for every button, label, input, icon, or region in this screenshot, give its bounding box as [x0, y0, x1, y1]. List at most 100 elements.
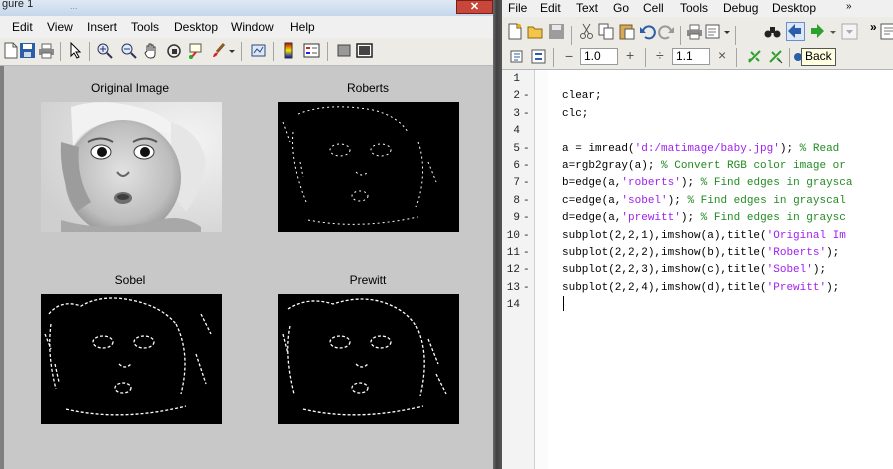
breakpoint-marker[interactable]: -	[523, 230, 530, 242]
brush-icon[interactable]	[210, 42, 227, 59]
print-icon[interactable]	[38, 42, 55, 59]
menu-edit[interactable]: Edit	[540, 1, 561, 15]
menu-overflow-icon[interactable]: »	[846, 1, 852, 12]
comment-token: % Find edges in graysca	[700, 177, 853, 190]
menu-insert[interactable]: Insert	[87, 20, 117, 34]
menu-help[interactable]: Help	[290, 20, 315, 34]
insert-cell-icon[interactable]	[508, 48, 525, 65]
find-function-icon[interactable]	[880, 23, 893, 40]
zoom-in-icon[interactable]	[96, 42, 113, 59]
brush-dropdown-icon[interactable]	[228, 42, 236, 59]
menu-debug[interactable]: Debug	[723, 1, 758, 15]
decrement-button[interactable]: −	[565, 48, 573, 64]
line-number: 8	[513, 194, 520, 207]
menu-window[interactable]: Window	[231, 20, 274, 34]
breakpoint-marker[interactable]: -	[523, 247, 530, 259]
code-line[interactable]: a=rgb2gray(a); % Convert RGB color image…	[562, 160, 846, 172]
breakpoint-marker[interactable]: -	[523, 143, 530, 155]
insert-legend-icon[interactable]	[303, 42, 320, 59]
print-selection-icon[interactable]	[705, 23, 722, 40]
divide-button[interactable]: ÷	[656, 47, 664, 63]
print-icon[interactable]	[686, 23, 703, 40]
show-plot-tools-icon[interactable]	[356, 42, 373, 59]
new-figure-icon[interactable]	[2, 42, 19, 59]
hide-plot-tools-icon[interactable]	[336, 42, 353, 59]
code-line[interactable]: b=edge(a,'roberts'); % Find edges in gra…	[562, 177, 852, 189]
subplot-title-prewitt: Prewitt	[349, 273, 387, 287]
show-cell-titles-icon[interactable]	[746, 48, 763, 65]
toolbar-overflow-icon[interactable]: »	[870, 20, 877, 34]
cell-value-field-1[interactable]: 1.0	[580, 48, 618, 65]
dropdown-icon[interactable]	[723, 23, 731, 40]
disabled-control-icon[interactable]	[841, 23, 858, 40]
code-line[interactable]: subplot(2,2,2),imshow(b),title('Roberts'…	[562, 247, 839, 259]
zoom-out-icon[interactable]	[120, 42, 137, 59]
menu-desktop[interactable]: Desktop	[174, 20, 218, 34]
save-icon[interactable]	[19, 42, 36, 59]
redo-icon[interactable]	[658, 23, 675, 40]
line-number: 12	[506, 264, 520, 277]
go-back-icon[interactable]	[786, 22, 805, 41]
breakpoint-marker[interactable]: -	[523, 108, 530, 120]
menu-view[interactable]: View	[47, 20, 73, 34]
menu-cell[interactable]: Cell	[643, 1, 664, 15]
breakpoint-marker[interactable]: -	[523, 212, 530, 224]
code-line[interactable]: c=edge(a,'sobel'); % Find edges in grays…	[562, 195, 846, 207]
find-binoculars-icon[interactable]	[764, 23, 781, 40]
code-line[interactable]: subplot(2,2,4),imshow(d),title('Prewitt'…	[562, 282, 839, 294]
line-number: 10	[506, 229, 520, 242]
breakpoint-marker[interactable]: -	[523, 282, 530, 294]
menu-desktop[interactable]: Desktop	[772, 1, 816, 15]
link-plot-icon[interactable]	[250, 42, 267, 59]
cell-value-field-2[interactable]: 1.1	[672, 48, 710, 65]
figure-close-button[interactable]: ✕	[456, 0, 493, 14]
code-token: );	[680, 212, 701, 225]
menu-tools[interactable]: Tools	[680, 1, 708, 15]
menu-tools[interactable]: Tools	[131, 20, 159, 34]
code-line[interactable]: subplot(2,2,1),imshow(a),title('Original…	[562, 230, 846, 242]
save-icon[interactable]	[548, 23, 565, 40]
code-line[interactable]: d=edge(a,'prewitt'); % Find edges in gra…	[562, 212, 846, 224]
menu-text[interactable]: Text	[576, 1, 598, 15]
copy-icon[interactable]	[598, 23, 615, 40]
insert-colorbar-icon[interactable]	[282, 42, 295, 59]
code-line[interactable]: subplot(2,2,3),imshow(c),title('Sobel');	[562, 264, 826, 276]
rotate-3d-icon[interactable]	[166, 42, 183, 59]
breakpoint-marker[interactable]: -	[523, 177, 530, 189]
evaluate-cell-icon[interactable]	[767, 48, 784, 65]
menu-edit[interactable]: Edit	[12, 20, 33, 34]
figure-titlebar[interactable]: gure 1 ... ✕	[0, 0, 493, 16]
undo-icon[interactable]	[639, 23, 656, 40]
cell-split-icon[interactable]	[530, 48, 547, 65]
code-editor[interactable]: 1 2- clear; 3- clc; 4 5- a = imread('d:/matimag…	[502, 70, 893, 469]
menu-file[interactable]: File	[508, 1, 527, 15]
new-file-icon[interactable]	[506, 23, 523, 40]
breakpoint-marker[interactable]: -	[523, 264, 530, 276]
breakpoint-marker[interactable]: -	[523, 160, 530, 172]
code-line[interactable]: a = imread('d:/matimage/baby.jpg'); % Re…	[562, 143, 839, 155]
multiply-button[interactable]: ×	[718, 47, 726, 63]
line-number: 14	[506, 299, 520, 312]
code-token: subplot(2,2,3),imshow(c),title(	[562, 264, 767, 277]
paste-icon[interactable]	[618, 23, 635, 40]
line-number: 9	[513, 212, 520, 225]
increment-button[interactable]: +	[626, 47, 634, 63]
string-token: 'roberts'	[621, 177, 681, 190]
sobel-edge-image	[41, 294, 222, 424]
forward-dropdown-icon[interactable]	[829, 23, 837, 40]
cut-icon[interactable]	[578, 23, 595, 40]
breakpoint-marker[interactable]: -	[523, 90, 530, 102]
data-cursor-icon[interactable]	[188, 42, 205, 59]
line-number: 4	[513, 125, 520, 138]
menu-go[interactable]: Go	[613, 1, 629, 15]
open-icon[interactable]	[527, 23, 544, 40]
go-forward-icon[interactable]	[808, 23, 825, 40]
breakpoint-marker[interactable]: -	[523, 195, 530, 207]
subplot-title-original: Original Image	[90, 81, 170, 95]
pan-hand-icon[interactable]	[143, 42, 160, 59]
code-token: );	[826, 247, 840, 259]
code-line[interactable]: clear;	[562, 90, 602, 102]
edit-plot-arrow-icon[interactable]	[67, 41, 84, 59]
code-token: );	[667, 194, 688, 207]
code-line[interactable]: clc;	[562, 108, 588, 120]
